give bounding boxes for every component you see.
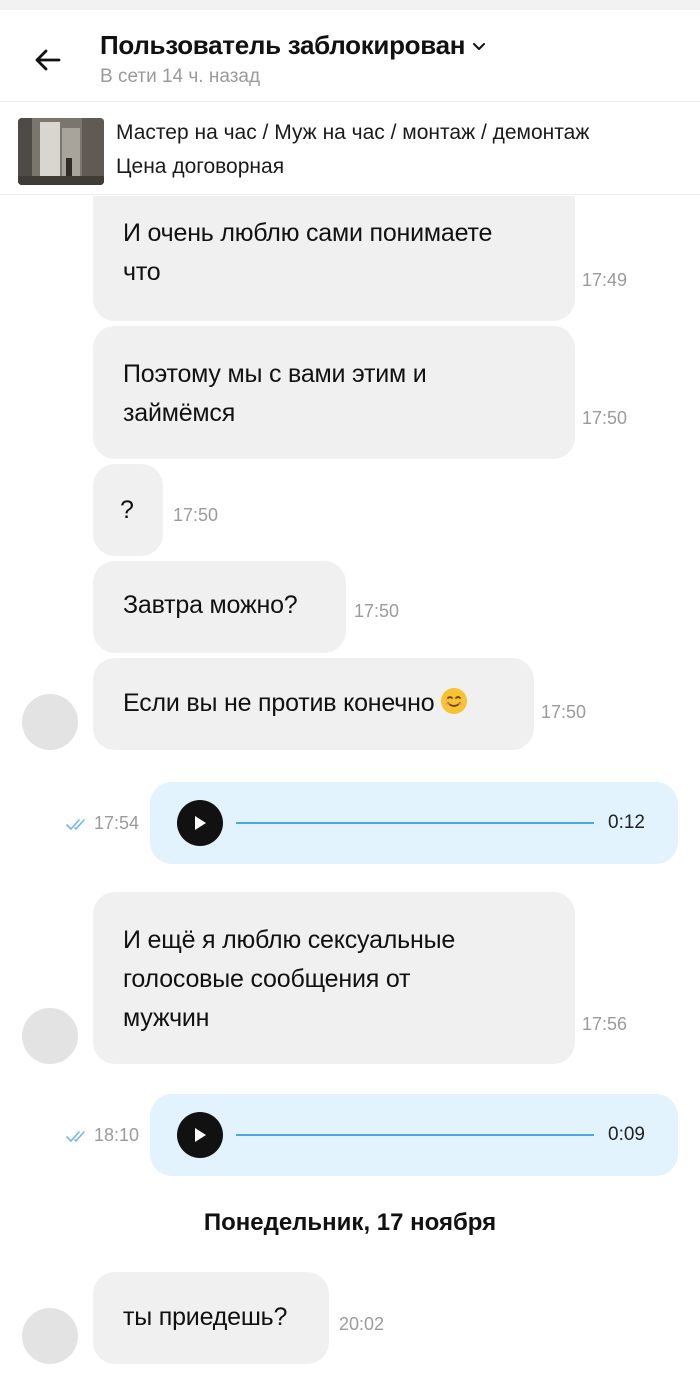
message-text-line: Поэтому мы с вами этим и [123,360,427,388]
chat-title: Пользователь заблокирован [100,30,466,60]
play-icon [195,816,206,830]
voice-progress-track[interactable] [236,822,594,824]
message-text-line: голосовые сообщения от [123,965,411,993]
online-status: В сети 14 ч. назад [100,66,261,87]
message-time: 17:50 [173,505,219,525]
message-time: 17:54 [94,813,140,833]
voice-progress-track[interactable] [236,1134,594,1136]
listing-price: Цена договорная [116,155,285,178]
play-button[interactable] [177,800,223,846]
message-text-line: займёмся [123,399,236,427]
message-time: 20:02 [339,1314,385,1334]
voice-message: 0:09 [150,1094,678,1176]
chat-title-dropdown[interactable]: Пользователь заблокирован [100,30,487,61]
outgoing-message-meta: 17:54 [66,813,139,834]
message-text: ты приедешь? [123,1303,288,1331]
message-text: Если вы не против конечно [123,689,435,717]
message-text-line: мужчин [123,1004,210,1032]
incoming-message: Если вы не против конечно 17:50 [93,658,586,750]
play-button[interactable] [177,1112,223,1158]
chat-header: Пользователь заблокирован В сети 14 ч. н… [0,10,700,102]
sender-avatar[interactable] [22,694,78,750]
voice-duration: 0:09 [608,1124,645,1145]
date-separator: Понедельник, 17 ноября [203,1209,497,1236]
double-check-icon [66,818,85,830]
listing-card[interactable]: Мастер на час / Муж на час / монтаж / де… [0,103,700,195]
chevron-down-icon [473,42,486,50]
message-list[interactable]: И очень люблю сами понимаете что 17:49 П… [0,196,700,1397]
sender-avatar[interactable] [22,1008,78,1064]
voice-message: 0:12 [150,782,678,864]
listing-thumbnail [18,118,104,185]
message-text-line: И очень люблю сами понимаете [123,219,493,247]
incoming-message: ты приедешь? 20:02 [93,1272,384,1364]
message-text: Завтра можно? [123,591,298,619]
double-check-icon [66,1130,85,1142]
incoming-message: Завтра можно? 17:50 [93,561,399,653]
play-icon [195,1128,206,1142]
incoming-message: Поэтому мы с вами этим и займёмся 17:50 [93,326,627,459]
voice-duration: 0:12 [608,812,645,833]
message-time: 17:50 [354,601,400,621]
message-text: ? [120,496,134,524]
message-text-line: что [123,258,161,286]
back-button[interactable] [28,40,68,80]
smiling-face-emoji-icon [441,688,468,714]
outgoing-message-meta: 18:10 [66,1125,139,1146]
message-text-row: Если вы не против конечно [123,684,468,723]
incoming-message: И ещё я люблю сексуальные голосовые сооб… [93,892,627,1064]
message-time: 18:10 [94,1125,140,1145]
message-time: 17:50 [582,408,628,428]
message-text-line: И ещё я люблю сексуальные [123,926,456,954]
message-time: 17:49 [582,270,628,290]
incoming-message: И очень люблю сами понимаете что 17:49 [93,196,627,321]
arrow-left-icon [35,49,61,71]
message-time: 17:50 [541,702,587,722]
message-time: 17:56 [582,1014,628,1034]
incoming-message: ? 17:50 [93,464,218,556]
sender-avatar[interactable] [22,1308,78,1364]
status-bar-strip [0,0,700,10]
listing-title: Мастер на час / Муж на час / монтаж / де… [116,121,590,144]
